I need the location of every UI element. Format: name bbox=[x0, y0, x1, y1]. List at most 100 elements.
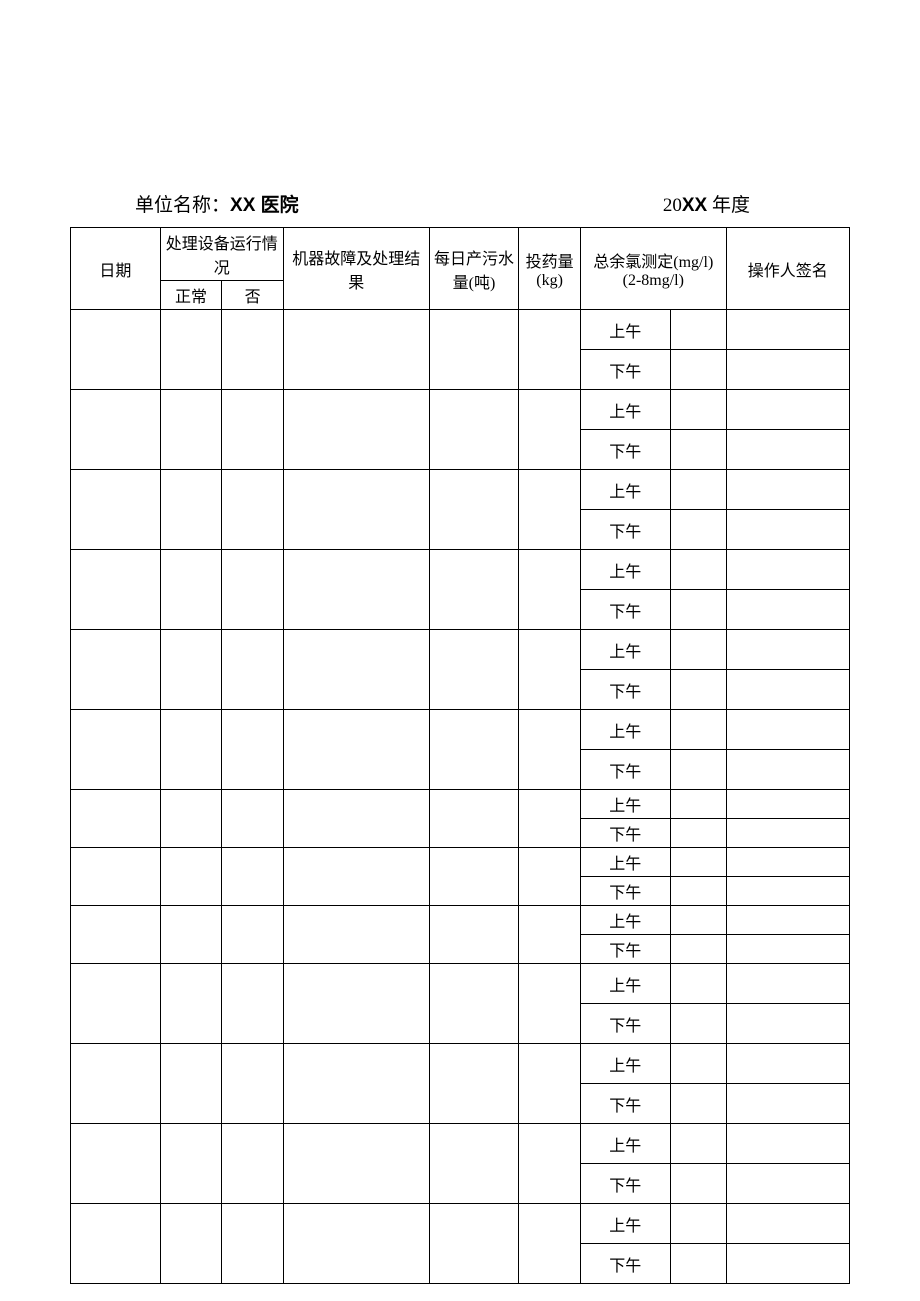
cell-am-value[interactable] bbox=[670, 1044, 726, 1084]
cell-daily[interactable] bbox=[429, 790, 519, 848]
cell-am-value[interactable] bbox=[670, 1124, 726, 1164]
cell-dose[interactable] bbox=[519, 550, 581, 630]
cell-date[interactable] bbox=[71, 790, 161, 848]
cell-pm-value[interactable] bbox=[670, 1244, 726, 1284]
cell-pm-value[interactable] bbox=[670, 590, 726, 630]
cell-operator-am[interactable] bbox=[726, 906, 849, 935]
cell-dose[interactable] bbox=[519, 390, 581, 470]
cell-normal[interactable] bbox=[160, 630, 222, 710]
cell-date[interactable] bbox=[71, 1204, 161, 1284]
cell-dose[interactable] bbox=[519, 470, 581, 550]
cell-daily[interactable] bbox=[429, 906, 519, 964]
cell-pm-value[interactable] bbox=[670, 430, 726, 470]
cell-daily[interactable] bbox=[429, 848, 519, 906]
cell-date[interactable] bbox=[71, 964, 161, 1044]
cell-date[interactable] bbox=[71, 470, 161, 550]
cell-no[interactable] bbox=[222, 790, 284, 848]
cell-dose[interactable] bbox=[519, 710, 581, 790]
cell-pm-value[interactable] bbox=[670, 510, 726, 550]
cell-daily[interactable] bbox=[429, 470, 519, 550]
cell-no[interactable] bbox=[222, 470, 284, 550]
cell-normal[interactable] bbox=[160, 964, 222, 1044]
cell-normal[interactable] bbox=[160, 310, 222, 390]
cell-normal[interactable] bbox=[160, 1044, 222, 1124]
cell-normal[interactable] bbox=[160, 470, 222, 550]
cell-date[interactable] bbox=[71, 310, 161, 390]
cell-am-value[interactable] bbox=[670, 906, 726, 935]
cell-operator-pm[interactable] bbox=[726, 935, 849, 964]
cell-date[interactable] bbox=[71, 906, 161, 964]
cell-fault[interactable] bbox=[283, 1204, 429, 1284]
cell-operator-pm[interactable] bbox=[726, 1084, 849, 1124]
cell-daily[interactable] bbox=[429, 1044, 519, 1124]
cell-no[interactable] bbox=[222, 310, 284, 390]
cell-fault[interactable] bbox=[283, 906, 429, 964]
cell-dose[interactable] bbox=[519, 790, 581, 848]
cell-pm-value[interactable] bbox=[670, 935, 726, 964]
cell-operator-am[interactable] bbox=[726, 630, 849, 670]
cell-operator-am[interactable] bbox=[726, 964, 849, 1004]
cell-operator-pm[interactable] bbox=[726, 819, 849, 848]
cell-pm-value[interactable] bbox=[670, 1084, 726, 1124]
cell-fault[interactable] bbox=[283, 310, 429, 390]
cell-operator-am[interactable] bbox=[726, 710, 849, 750]
cell-operator-am[interactable] bbox=[726, 470, 849, 510]
cell-am-value[interactable] bbox=[670, 848, 726, 877]
cell-pm-value[interactable] bbox=[670, 1004, 726, 1044]
cell-normal[interactable] bbox=[160, 906, 222, 964]
cell-normal[interactable] bbox=[160, 1204, 222, 1284]
cell-dose[interactable] bbox=[519, 1124, 581, 1204]
cell-operator-am[interactable] bbox=[726, 550, 849, 590]
cell-no[interactable] bbox=[222, 630, 284, 710]
cell-fault[interactable] bbox=[283, 790, 429, 848]
cell-pm-value[interactable] bbox=[670, 670, 726, 710]
cell-date[interactable] bbox=[71, 390, 161, 470]
cell-no[interactable] bbox=[222, 1204, 284, 1284]
cell-fault[interactable] bbox=[283, 1124, 429, 1204]
cell-pm-value[interactable] bbox=[670, 750, 726, 790]
cell-date[interactable] bbox=[71, 710, 161, 790]
cell-date[interactable] bbox=[71, 1124, 161, 1204]
cell-fault[interactable] bbox=[283, 848, 429, 906]
cell-fault[interactable] bbox=[283, 710, 429, 790]
cell-operator-am[interactable] bbox=[726, 848, 849, 877]
cell-operator-pm[interactable] bbox=[726, 430, 849, 470]
cell-am-value[interactable] bbox=[670, 1204, 726, 1244]
cell-operator-am[interactable] bbox=[726, 390, 849, 430]
cell-dose[interactable] bbox=[519, 964, 581, 1044]
cell-pm-value[interactable] bbox=[670, 877, 726, 906]
cell-dose[interactable] bbox=[519, 906, 581, 964]
cell-date[interactable] bbox=[71, 630, 161, 710]
cell-daily[interactable] bbox=[429, 390, 519, 470]
cell-daily[interactable] bbox=[429, 1204, 519, 1284]
cell-operator-am[interactable] bbox=[726, 790, 849, 819]
cell-pm-value[interactable] bbox=[670, 819, 726, 848]
cell-fault[interactable] bbox=[283, 390, 429, 470]
cell-am-value[interactable] bbox=[670, 630, 726, 670]
cell-normal[interactable] bbox=[160, 790, 222, 848]
cell-operator-pm[interactable] bbox=[726, 1244, 849, 1284]
cell-date[interactable] bbox=[71, 848, 161, 906]
cell-daily[interactable] bbox=[429, 310, 519, 390]
cell-dose[interactable] bbox=[519, 630, 581, 710]
cell-operator-pm[interactable] bbox=[726, 670, 849, 710]
cell-no[interactable] bbox=[222, 710, 284, 790]
cell-operator-am[interactable] bbox=[726, 310, 849, 350]
cell-am-value[interactable] bbox=[670, 550, 726, 590]
cell-operator-pm[interactable] bbox=[726, 1004, 849, 1044]
cell-no[interactable] bbox=[222, 1044, 284, 1124]
cell-operator-pm[interactable] bbox=[726, 1164, 849, 1204]
cell-operator-pm[interactable] bbox=[726, 750, 849, 790]
cell-normal[interactable] bbox=[160, 1124, 222, 1204]
cell-operator-pm[interactable] bbox=[726, 877, 849, 906]
cell-am-value[interactable] bbox=[670, 390, 726, 430]
cell-am-value[interactable] bbox=[670, 310, 726, 350]
cell-operator-am[interactable] bbox=[726, 1124, 849, 1164]
cell-no[interactable] bbox=[222, 906, 284, 964]
cell-normal[interactable] bbox=[160, 710, 222, 790]
cell-am-value[interactable] bbox=[670, 790, 726, 819]
cell-operator-am[interactable] bbox=[726, 1044, 849, 1084]
cell-no[interactable] bbox=[222, 1124, 284, 1204]
cell-fault[interactable] bbox=[283, 470, 429, 550]
cell-pm-value[interactable] bbox=[670, 1164, 726, 1204]
